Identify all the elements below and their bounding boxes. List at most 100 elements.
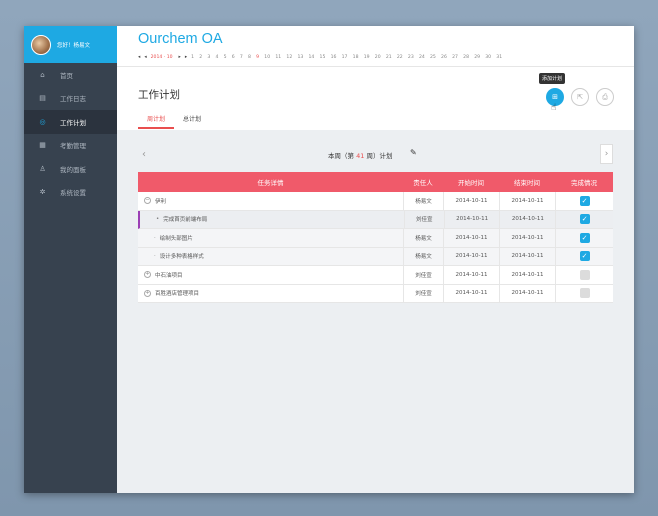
print-icon: ⎙ bbox=[602, 92, 608, 101]
table-row[interactable]: − 伊利 杨易文 2014-10-11 2014-10-11 ✓ bbox=[138, 192, 613, 211]
task-name: 绘制头部图片 bbox=[159, 235, 193, 242]
header-task: 任务详情 bbox=[257, 179, 284, 187]
sidebar-item-label: 考勤管理 bbox=[60, 142, 86, 151]
settings-icon: ✲ bbox=[39, 188, 46, 197]
week-label: 本周（第 41 周）计划 bbox=[328, 150, 392, 160]
sidebar-item-home[interactable]: ⌂ 首页 bbox=[24, 63, 117, 87]
next-week-button[interactable]: › bbox=[600, 144, 613, 164]
export-button[interactable]: ⇱ bbox=[571, 88, 589, 106]
calendar-day[interactable]: 31 bbox=[496, 55, 502, 60]
calendar-day[interactable]: 30 bbox=[485, 55, 491, 60]
print-button[interactable]: ⎙ bbox=[596, 88, 614, 106]
table-row[interactable]: + 中石油项目 刘佳宣 2014-10-11 2014-10-11 bbox=[138, 266, 613, 285]
avatar[interactable] bbox=[31, 34, 51, 55]
add-plan-tooltip: 添加计划 bbox=[539, 73, 566, 84]
day-list: 1 2 3 4 5 6 7 8 9 10 11 12 13 14 15 16 17 18 19 20 21 22 23 24 2… bbox=[191, 55, 507, 60]
table-row[interactable]: + 百胜酒店管理项目 刘佳宣 2014-10-11 2014-10-11 bbox=[138, 284, 613, 303]
expand-icon[interactable]: + bbox=[144, 289, 151, 297]
sidebar-item-attendance[interactable]: ▦ 考勤管理 bbox=[24, 134, 117, 158]
start-date: 2014-10-11 bbox=[443, 284, 499, 302]
calendar-day[interactable]: 29 bbox=[474, 55, 480, 60]
calendar-day[interactable]: 13 bbox=[297, 55, 303, 60]
week-navigator: ‹ 本周（第 41 周）计划 ✎ › bbox=[138, 144, 613, 164]
export-icon: ⇱ bbox=[577, 93, 583, 101]
bullet-icon: · bbox=[154, 253, 156, 260]
next-month-icon[interactable]: ▸ bbox=[185, 55, 187, 60]
edit-icon[interactable]: ✎ bbox=[410, 148, 417, 157]
calendar-day[interactable]: 27 bbox=[452, 55, 458, 60]
sidebar-item-my-panel[interactable]: ♙ 我的面板 bbox=[24, 157, 117, 181]
calendar-day[interactable]: 3 bbox=[207, 55, 210, 60]
done-checkbox[interactable]: ✓ bbox=[579, 232, 590, 243]
header-start: 开始时间 bbox=[458, 179, 484, 187]
app-title: Ourchem OA bbox=[138, 31, 223, 47]
week-number: 41 bbox=[356, 152, 365, 160]
expand-icon[interactable]: + bbox=[144, 271, 151, 279]
calendar-day[interactable]: 20 bbox=[375, 55, 381, 60]
calendar-day[interactable]: 2 bbox=[199, 55, 202, 60]
week-prefix: 本周（第 bbox=[328, 152, 354, 160]
done-checkbox[interactable]: ✓ bbox=[579, 251, 590, 262]
prev-week-button[interactable]: ‹ bbox=[138, 144, 150, 164]
calendar-day[interactable]: 10 bbox=[264, 55, 270, 60]
calendar-day[interactable]: 24 bbox=[419, 55, 425, 60]
calendar-day[interactable]: 12 bbox=[286, 55, 292, 60]
tab-week-plan[interactable]: 周计划 bbox=[138, 114, 175, 129]
calendar-day[interactable]: 4 bbox=[216, 55, 219, 60]
collapse-icon[interactable]: − bbox=[144, 197, 151, 205]
plus-icon: ⊞ bbox=[552, 93, 558, 101]
done-checkbox[interactable]: ✓ bbox=[579, 214, 590, 225]
calendar-day[interactable]: 6 bbox=[232, 55, 235, 60]
current-month[interactable]: 2014 · 10 bbox=[151, 55, 173, 60]
home-icon: ⌂ bbox=[40, 70, 45, 79]
top-bar: Ourchem OA ◂ ◂ 2014 · 10 ▸ ▸ 1 2 3 4 5 6 7 8 9 10… bbox=[117, 26, 634, 67]
sidebar-item-settings[interactable]: ✲ 系统设置 bbox=[24, 181, 117, 205]
sidebar-item-work-plan[interactable]: ◎ 工作计划 bbox=[24, 110, 117, 134]
sidebar-item-work-log[interactable]: ▤ 工作日志 bbox=[24, 87, 117, 111]
calendar-day[interactable]: 15 bbox=[320, 55, 326, 60]
log-icon: ▤ bbox=[39, 94, 46, 103]
owner: 刘佳宣 bbox=[403, 284, 443, 302]
task-name: 伊利 bbox=[155, 198, 167, 205]
calendar-icon: ▦ bbox=[39, 141, 46, 150]
calendar-day[interactable]: 21 bbox=[386, 55, 392, 60]
owner: 刘佳宣 bbox=[403, 266, 443, 284]
calendar-day[interactable]: 28 bbox=[463, 55, 469, 60]
calendar-day[interactable]: 22 bbox=[397, 55, 403, 60]
calendar-day[interactable]: 26 bbox=[441, 55, 447, 60]
calendar-day[interactable]: 23 bbox=[408, 55, 414, 60]
header-end: 结束时间 bbox=[514, 179, 540, 187]
table-row[interactable]: · 设计多种表格样式 杨易文 2014-10-11 2014-10-11 ✓ bbox=[138, 247, 613, 266]
tab-total-plan[interactable]: 总计划 bbox=[174, 114, 210, 129]
done-checkbox[interactable] bbox=[579, 269, 590, 280]
start-date: 2014-10-11 bbox=[443, 247, 499, 265]
sidebar-item-label: 工作计划 bbox=[60, 118, 86, 127]
calendar-day[interactable]: 18 bbox=[353, 55, 359, 60]
bullet-icon: • bbox=[156, 216, 160, 223]
calendar-day[interactable]: 8 bbox=[248, 55, 251, 60]
app-window: 您好！杨易文 ⌂ 首页 ▤ 工作日志 ◎ 工作计划 ▦ 考勤管理 ♙ 我的面板 … bbox=[24, 26, 634, 493]
calendar-day[interactable]: 5 bbox=[224, 55, 227, 60]
calendar-day[interactable]: 16 bbox=[331, 55, 337, 60]
calendar-day[interactable]: 7 bbox=[240, 55, 243, 60]
calendar-day[interactable]: 9 bbox=[256, 55, 259, 60]
end-date: 2014-10-11 bbox=[499, 229, 555, 247]
owner: 刘佳宣 bbox=[403, 210, 444, 228]
done-checkbox[interactable] bbox=[579, 288, 590, 299]
start-date: 2014-10-11 bbox=[443, 210, 500, 228]
table-row[interactable]: · 绘制头部图片 杨易文 2014-10-11 2014-10-11 ✓ bbox=[138, 229, 613, 248]
calendar-day[interactable]: 1 bbox=[191, 55, 194, 60]
next-day-icon[interactable]: ▸ bbox=[179, 55, 181, 60]
calendar-day[interactable]: 17 bbox=[342, 55, 348, 60]
prev-day-icon[interactable]: ◂ bbox=[144, 55, 146, 60]
calendar-day[interactable]: 19 bbox=[364, 55, 370, 60]
user-greeting: 您好！杨易文 bbox=[57, 42, 91, 49]
table-row[interactable]: • 完成首页前端布局 刘佳宣 2014-10-11 2014-10-11 ✓ bbox=[138, 210, 613, 229]
hand-cursor-icon: ☝ bbox=[551, 103, 557, 113]
calendar-day[interactable]: 25 bbox=[430, 55, 436, 60]
done-checkbox[interactable]: ✓ bbox=[579, 195, 590, 206]
calendar-day[interactable]: 14 bbox=[308, 55, 314, 60]
calendar-day[interactable]: 11 bbox=[275, 55, 281, 60]
prev-month-icon[interactable]: ◂ bbox=[138, 55, 140, 60]
owner: 杨易文 bbox=[403, 229, 443, 247]
